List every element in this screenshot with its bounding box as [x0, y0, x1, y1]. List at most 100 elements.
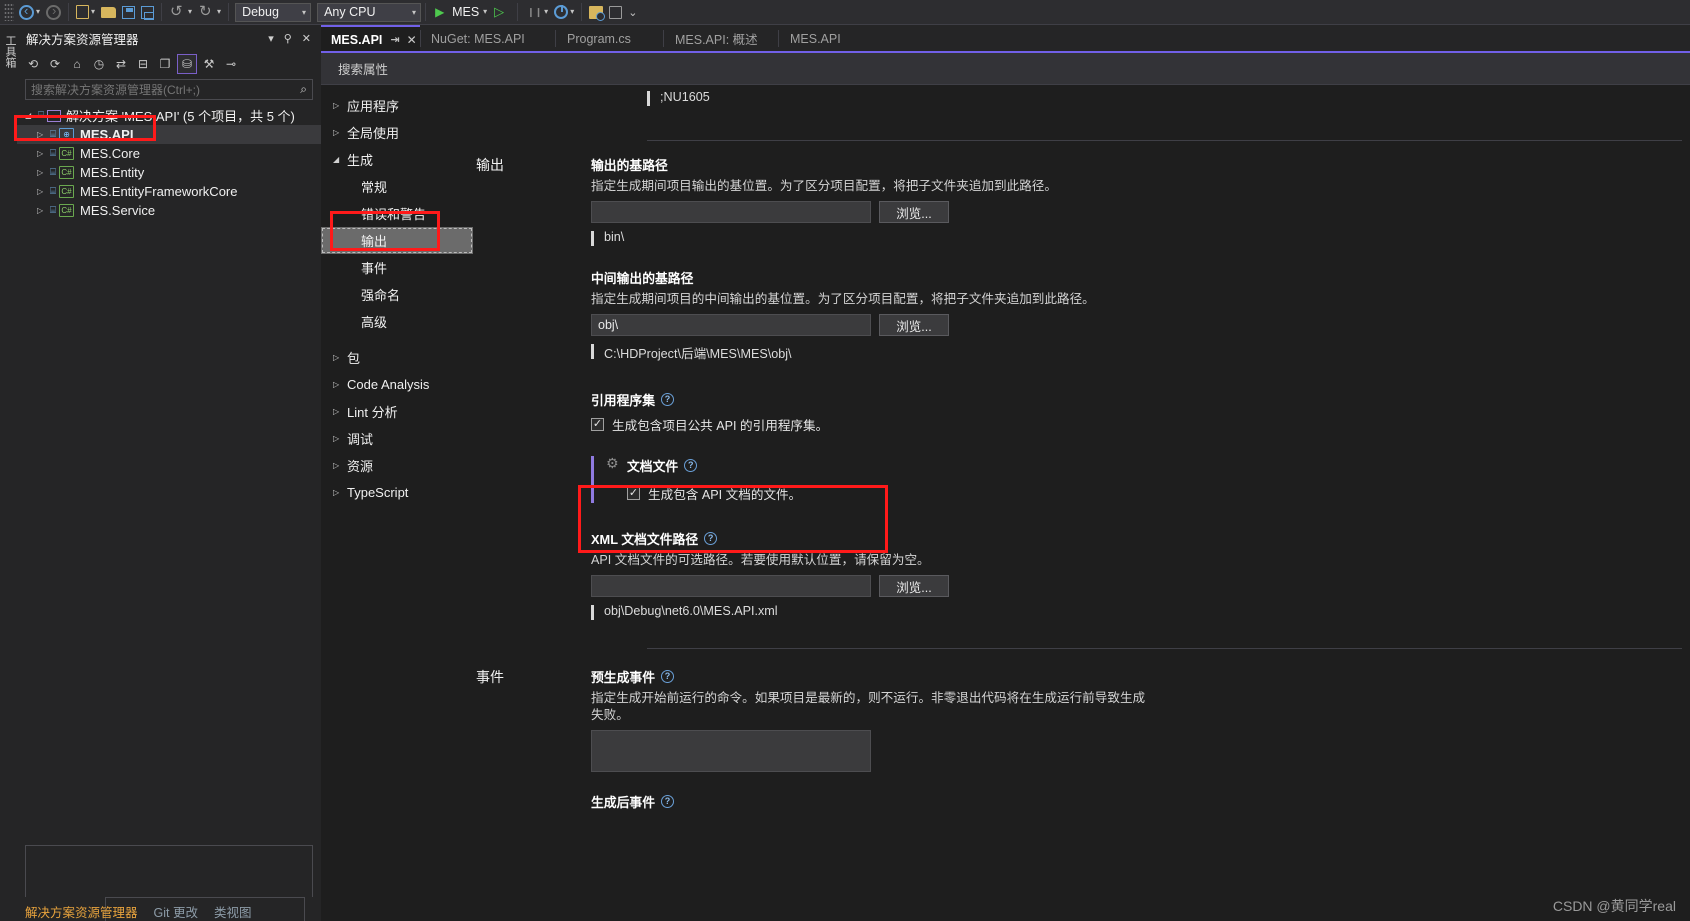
toolbar-overflow-button[interactable]: ⌄	[625, 1, 640, 23]
restart-button[interactable]: ▾	[551, 1, 577, 23]
pending-changes-icon[interactable]: ◷	[89, 54, 109, 74]
nav-item-build[interactable]: ◢ 生成	[321, 146, 473, 173]
start-without-debug-button[interactable]	[490, 1, 513, 23]
documentation-file-checkbox[interactable]	[627, 487, 640, 500]
properties-search-bar[interactable]: 搜索属性	[321, 53, 1690, 85]
save-button[interactable]	[119, 1, 138, 23]
tab-mes-api-second[interactable]: MES.API	[780, 25, 851, 52]
help-icon[interactable]: ?	[660, 795, 674, 808]
chevron-right-icon[interactable]: ▷	[37, 130, 50, 139]
start-debug-button[interactable]: MES ▾	[430, 1, 490, 23]
save-all-button[interactable]	[138, 1, 157, 23]
filter-icon[interactable]: ⊸	[221, 54, 241, 74]
nav-item-strong-naming[interactable]: 强命名	[321, 281, 473, 308]
pause-button[interactable]: ▾	[522, 1, 551, 23]
nav-item-output[interactable]: 输出	[321, 227, 473, 254]
help-icon[interactable]: ?	[660, 393, 674, 406]
reference-assembly-checkbox-row[interactable]: 生成包含项目公共 API 的引用程序集。	[591, 415, 1670, 434]
undo-button[interactable]: ▾	[166, 1, 195, 23]
nav-item-application[interactable]: ▷ 应用程序	[321, 92, 473, 119]
show-all-files-icon[interactable]: ❐	[155, 54, 175, 74]
tab-label: Program.cs	[567, 31, 631, 46]
tab-solution-explorer[interactable]: 解决方案资源管理器	[17, 900, 146, 921]
nav-item-resources[interactable]: ▷ 资源	[321, 452, 473, 479]
sidebar-item-mes-api[interactable]: ▷ ⌸ ⊕ MES.API	[17, 125, 321, 144]
intermediate-path-browse-button[interactable]: 浏览...	[879, 314, 949, 336]
build-configuration-combo[interactable]: Debug ▾	[235, 2, 312, 22]
help-icon[interactable]: ?	[684, 459, 698, 472]
build-platform-value: Any CPU	[324, 5, 376, 19]
nav-item-package[interactable]: ▷ 包	[321, 344, 473, 371]
note-bar	[591, 231, 594, 246]
documentation-file-checkbox-row[interactable]: 生成包含 API 文档的文件。	[627, 484, 1670, 503]
arrow-right-icon	[46, 3, 62, 20]
chevron-right-icon[interactable]: ▷	[37, 149, 50, 158]
intermediate-path-input[interactable]	[591, 314, 871, 336]
pre-build-event-textarea[interactable]	[591, 730, 871, 772]
solution-explorer-search[interactable]: ⌕	[25, 79, 313, 100]
nav-item-global-usings[interactable]: ▷ 全局使用	[321, 119, 473, 146]
close-icon[interactable]: ✕	[302, 32, 311, 45]
new-project-button[interactable]: ▾	[73, 1, 98, 23]
sidebar-item-mes-service[interactable]: ▷ ⌸ C# MES.Service	[17, 201, 321, 220]
collapse-all-icon[interactable]: ⊟	[133, 54, 153, 74]
chevron-right-icon[interactable]: ▷	[37, 206, 50, 215]
help-icon[interactable]: ?	[704, 532, 718, 545]
reference-assembly-checkbox[interactable]	[591, 418, 604, 431]
pin-icon[interactable]: ⇥	[390, 33, 399, 46]
build-platform-combo[interactable]: Any CPU ▾	[317, 2, 422, 22]
nav-item-debug[interactable]: ▷ 调试	[321, 425, 473, 452]
nav-item-lint-analysis[interactable]: ▷ Lint 分析	[321, 398, 473, 425]
nav-item-general[interactable]: 常规	[321, 173, 473, 200]
hot-reload-button[interactable]	[586, 1, 606, 23]
xml-doc-path-input[interactable]	[591, 575, 871, 597]
layout-button[interactable]	[606, 1, 625, 23]
sidebar-item-mes-entityframeworkcore[interactable]: ▷ ⌸ C# MES.EntityFrameworkCore	[17, 182, 321, 201]
toolbar-grip[interactable]	[4, 3, 14, 21]
nav-item-events[interactable]: 事件	[321, 254, 473, 281]
main-toolbar: ▾ ▾ ▾ ▾ Debug ▾ Any CPU ▾ MES ▾ ▾ ▾ ⌄	[0, 0, 1690, 25]
search-icon[interactable]: ⌕	[300, 82, 307, 97]
tab-mes-api-overview[interactable]: MES.API: 概述	[665, 25, 768, 52]
intermediate-path-note-text: C:\HDProject\后端\MES\MES\obj\	[604, 347, 792, 361]
nav-item-advanced[interactable]: 高级	[321, 308, 473, 335]
chevron-right-icon[interactable]: ▷	[37, 168, 50, 177]
sidebar-item-mes-core[interactable]: ▷ ⌸ C# MES.Core	[17, 144, 321, 163]
chevron-right-icon[interactable]: ▷	[37, 187, 50, 196]
sync-icon[interactable]: ⇄	[111, 54, 131, 74]
solution-root-node[interactable]: ◢ ⌸ 解决方案 'MES.API' (5 个项目，共 5 个)	[17, 106, 321, 125]
xml-doc-path-browse-button[interactable]: 浏览...	[879, 575, 949, 597]
close-icon[interactable]: ✕	[407, 33, 417, 47]
navigate-back-button[interactable]: ▾	[16, 1, 43, 23]
redo-button[interactable]: ▾	[195, 1, 224, 23]
field-documentation-file: 文档文件 ? 生成包含 API 文档的文件。	[591, 455, 1670, 503]
home-icon[interactable]: ⌂	[67, 54, 87, 74]
sidebar-item-mes-entity[interactable]: ▷ ⌸ C# MES.Entity	[17, 163, 321, 182]
toolbar-separator	[581, 3, 583, 21]
nav-item-code-analysis[interactable]: ▷ Code Analysis	[321, 371, 473, 398]
navigate-forward-button[interactable]	[43, 1, 64, 23]
tab-git-changes[interactable]: Git 更改	[146, 900, 206, 921]
search-input[interactable]	[31, 82, 301, 97]
properties-view-icon[interactable]: ⛁	[177, 53, 197, 74]
pin-icon[interactable]: ⚲	[284, 32, 292, 45]
back-icon[interactable]: ⟲	[23, 54, 43, 74]
chevron-expanded-icon[interactable]: ◢	[25, 111, 38, 120]
properties-search-placeholder: 搜索属性	[338, 63, 389, 77]
tab-nuget-mes-api[interactable]: NuGet: MES.API	[421, 25, 535, 52]
toolbox-strip[interactable]: 工具箱	[0, 25, 17, 921]
help-icon[interactable]: ?	[660, 670, 674, 683]
tab-mes-api-properties[interactable]: MES.API ⇥ ✕	[321, 25, 420, 52]
tab-program-cs[interactable]: Program.cs	[557, 25, 641, 52]
forward-icon[interactable]: ⟳	[45, 54, 65, 74]
nav-item-errors-warnings[interactable]: 错误和警告	[321, 200, 473, 227]
panel-menu-icon[interactable]: ▾	[268, 32, 274, 45]
output-base-path-browse-button[interactable]: 浏览...	[879, 201, 949, 223]
tab-class-view[interactable]: 类视图	[206, 900, 260, 921]
documentation-file-label: 文档文件 ?	[606, 455, 1670, 475]
save-icon	[122, 5, 136, 19]
wrench-icon[interactable]: ⚒	[199, 54, 219, 74]
open-file-button[interactable]	[98, 1, 119, 23]
nav-item-typescript[interactable]: ▷ TypeScript	[321, 479, 473, 506]
output-base-path-input[interactable]	[591, 201, 871, 223]
